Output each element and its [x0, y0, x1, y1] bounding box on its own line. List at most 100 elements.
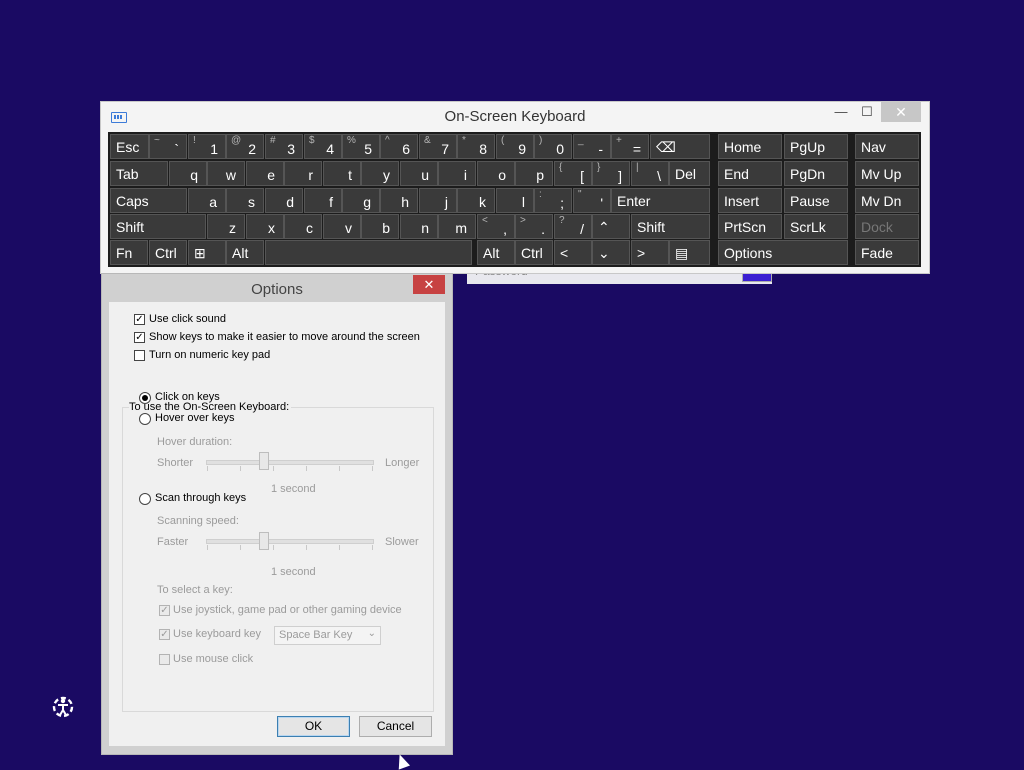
keyboard-key-select[interactable]: Space Bar Key ⌄: [274, 626, 381, 645]
key-c[interactable]: c: [284, 214, 322, 239]
hover-over-keys-radio[interactable]: [139, 413, 151, 425]
osk-close-button[interactable]: ✕: [881, 102, 921, 122]
use-joystick-checkbox[interactable]: ✓: [159, 605, 170, 616]
use-mouse-click-checkbox[interactable]: [159, 654, 170, 665]
key-n[interactable]: n: [400, 214, 438, 239]
key-comma[interactable]: <,: [477, 214, 515, 239]
key-left[interactable]: <: [554, 240, 592, 265]
key-a[interactable]: a: [188, 188, 226, 213]
key-j[interactable]: j: [419, 188, 457, 213]
cancel-button[interactable]: Cancel: [359, 716, 432, 737]
scanning-speed-slider[interactable]: [206, 539, 374, 544]
key-f[interactable]: f: [304, 188, 342, 213]
numeric-pad-checkbox[interactable]: [134, 350, 145, 361]
key-g[interactable]: g: [342, 188, 380, 213]
key-prtscn[interactable]: PrtScn: [718, 214, 782, 239]
key-space[interactable]: [265, 240, 472, 265]
key-m[interactable]: m: [438, 214, 476, 239]
hover-slider-thumb[interactable]: [259, 452, 269, 470]
key-k0[interactable]: ) 0: [534, 134, 572, 159]
key-k6[interactable]: ^ 6: [380, 134, 418, 159]
key-win[interactable]: ⊞: [188, 240, 226, 265]
maximize-button[interactable]: ☐: [854, 102, 880, 122]
scan-slider-thumb[interactable]: [259, 532, 269, 550]
key-x[interactable]: x: [246, 214, 284, 239]
key-period[interactable]: >.: [515, 214, 553, 239]
key-k1[interactable]: ! 1: [188, 134, 226, 159]
key-nav[interactable]: Nav: [855, 134, 919, 159]
key-h[interactable]: h: [380, 188, 418, 213]
key-backspace[interactable]: ⌫: [650, 134, 710, 159]
use-keyboard-key-checkbox[interactable]: ✓: [159, 629, 170, 640]
key-pgdn[interactable]: PgDn: [784, 161, 848, 186]
key-e[interactable]: e: [246, 161, 284, 186]
minimize-button[interactable]: —: [828, 102, 854, 122]
key-up[interactable]: ⌃: [592, 214, 630, 239]
key-k4[interactable]: $4: [304, 134, 342, 159]
key-quote[interactable]: " ': [573, 188, 611, 213]
key-tilde[interactable]: ~ `: [149, 134, 187, 159]
key-s[interactable]: s: [226, 188, 264, 213]
key-u[interactable]: u: [400, 161, 438, 186]
key-equals[interactable]: + =: [611, 134, 649, 159]
key-rshift[interactable]: Shift: [631, 214, 710, 239]
key-semicolon[interactable]: :;: [534, 188, 572, 213]
key-lshift[interactable]: Shift: [110, 214, 206, 239]
key-lalt[interactable]: Alt: [226, 240, 264, 265]
key-k[interactable]: k: [457, 188, 495, 213]
key-k9[interactable]: (9: [496, 134, 534, 159]
key-right[interactable]: >: [631, 240, 669, 265]
key-pause[interactable]: Pause: [784, 188, 848, 213]
key-esc[interactable]: Esc: [110, 134, 149, 159]
key-k8[interactable]: * 8: [457, 134, 495, 159]
key-rbracket[interactable]: }]: [592, 161, 630, 186]
key-end[interactable]: End: [718, 161, 782, 186]
key-del[interactable]: Del: [669, 161, 710, 186]
key-k3[interactable]: #3: [265, 134, 303, 159]
key-lctrl[interactable]: Ctrl: [149, 240, 187, 265]
click-on-keys-radio[interactable]: [139, 392, 151, 404]
osk-titlebar[interactable]: On-Screen Keyboard — ☐ ✕: [101, 102, 929, 130]
key-minus[interactable]: _ -: [573, 134, 611, 159]
ok-button[interactable]: OK: [277, 716, 350, 737]
key-o[interactable]: o: [477, 161, 515, 186]
key-i[interactable]: i: [438, 161, 476, 186]
key-w[interactable]: w: [207, 161, 245, 186]
key-z[interactable]: z: [207, 214, 245, 239]
key-y[interactable]: y: [361, 161, 399, 186]
key-home[interactable]: Home: [718, 134, 782, 159]
hover-duration-slider[interactable]: [206, 460, 374, 465]
key-t[interactable]: t: [323, 161, 361, 186]
key-fade[interactable]: Fade: [855, 240, 919, 265]
key-slash[interactable]: ? /: [554, 214, 592, 239]
key-ralt[interactable]: Alt: [477, 240, 515, 265]
key-fn[interactable]: Fn: [110, 240, 148, 265]
key-scrlk[interactable]: ScrLk: [784, 214, 848, 239]
key-pgup[interactable]: PgUp: [784, 134, 848, 159]
key-b[interactable]: b: [361, 214, 399, 239]
key-l[interactable]: l: [496, 188, 534, 213]
options-close-button[interactable]: ✕: [413, 275, 445, 294]
key-r[interactable]: r: [284, 161, 322, 186]
key-q[interactable]: q: [169, 161, 207, 186]
key-k7[interactable]: & 7: [419, 134, 457, 159]
key-v[interactable]: v: [323, 214, 361, 239]
key-d[interactable]: d: [265, 188, 303, 213]
key-options[interactable]: Options: [718, 240, 848, 265]
key-enter[interactable]: Enter: [611, 188, 710, 213]
key-k2[interactable]: @2: [226, 134, 264, 159]
key-caps[interactable]: Caps: [110, 188, 187, 213]
use-click-sound-checkbox[interactable]: ✓: [134, 314, 145, 325]
scan-through-keys-radio[interactable]: [139, 493, 151, 505]
key-mvdn[interactable]: Mv Dn: [855, 188, 919, 213]
key-mvup[interactable]: Mv Up: [855, 161, 919, 186]
key-dock[interactable]: Dock: [855, 214, 919, 239]
key-lbracket[interactable]: {[: [554, 161, 592, 186]
key-tab[interactable]: Tab: [110, 161, 168, 186]
key-menu[interactable]: ▤: [669, 240, 710, 265]
ease-of-access-icon[interactable]: [50, 694, 76, 720]
key-backslash[interactable]: | \: [631, 161, 669, 186]
key-k5[interactable]: % 5: [342, 134, 380, 159]
key-p[interactable]: p: [515, 161, 553, 186]
show-keys-checkbox[interactable]: ✓: [134, 332, 145, 343]
